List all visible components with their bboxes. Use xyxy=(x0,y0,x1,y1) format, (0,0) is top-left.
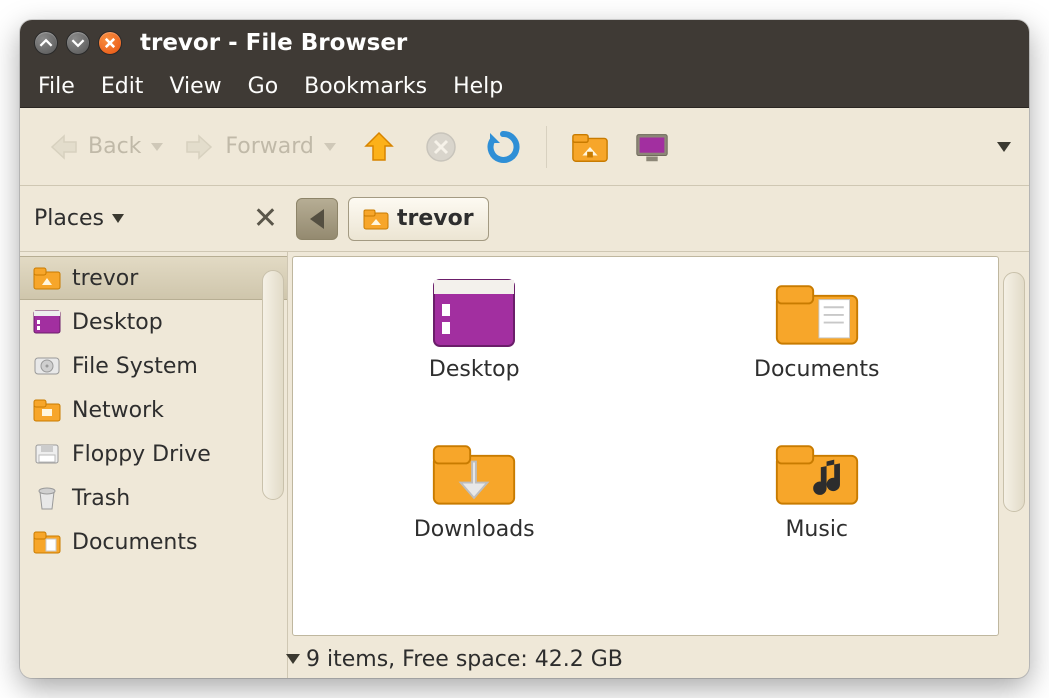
menu-view[interactable]: View xyxy=(169,74,221,99)
forward-arrow-icon xyxy=(181,128,219,166)
downloads-folder-icon xyxy=(430,437,518,509)
sidebar-scrollbar[interactable] xyxy=(262,270,284,500)
sidebar-item-filesystem[interactable]: File System xyxy=(20,344,287,388)
desktop-icon xyxy=(32,307,62,337)
file-item-downloads[interactable]: Downloads xyxy=(333,437,616,587)
file-item-documents[interactable]: Documents xyxy=(676,277,959,427)
content-area: Desktop Documents Downloads xyxy=(288,252,1029,678)
sidebar-item-label: trevor xyxy=(72,266,138,291)
computer-icon xyxy=(633,128,671,166)
forward-history-dropdown[interactable] xyxy=(324,143,336,151)
toolbar: Back Forward xyxy=(20,108,1029,186)
file-item-desktop[interactable]: Desktop xyxy=(333,277,616,427)
path-back-button[interactable] xyxy=(296,198,338,240)
sidebar-item-label: Trash xyxy=(72,486,130,511)
sidebar-item-trash[interactable]: Trash xyxy=(20,476,287,520)
menu-go[interactable]: Go xyxy=(248,74,279,99)
up-button[interactable] xyxy=(354,124,404,170)
toolbar-overflow-dropdown[interactable] xyxy=(997,142,1011,152)
statusbar: 9 items, Free space: 42.2 GB xyxy=(288,640,1029,678)
file-browser-window: trevor - File Browser File Edit View Go … xyxy=(20,20,1029,678)
home-folder-icon xyxy=(32,263,62,293)
places-dropdown[interactable] xyxy=(112,214,124,223)
file-item-label: Documents xyxy=(754,357,879,382)
file-item-label: Music xyxy=(785,517,848,542)
places-close-button[interactable]: ✕ xyxy=(253,201,286,236)
places-sidebar: trevor Desktop File System Network xyxy=(20,252,288,678)
titlebar: trevor - File Browser xyxy=(20,20,1029,66)
file-item-label: Downloads xyxy=(414,517,535,542)
maximize-icon xyxy=(71,36,85,50)
file-item-label: Desktop xyxy=(429,357,520,382)
home-folder-icon xyxy=(571,128,609,166)
sidebar-item-label: Network xyxy=(72,398,164,423)
sidebar-item-desktop[interactable]: Desktop xyxy=(20,300,287,344)
status-text: 9 items, Free space: 42.2 GB xyxy=(306,647,623,672)
content-zoom-dropdown[interactable] xyxy=(286,654,300,664)
back-history-dropdown[interactable] xyxy=(151,143,163,151)
sidebar-item-network[interactable]: Network xyxy=(20,388,287,432)
sidebar-item-trevor[interactable]: trevor xyxy=(20,256,287,300)
menu-bookmarks[interactable]: Bookmarks xyxy=(304,74,427,99)
location-bar: Places ✕ trevor xyxy=(20,186,1029,252)
path-segment-label: trevor xyxy=(397,206,474,231)
sidebar-item-floppy[interactable]: Floppy Drive xyxy=(20,432,287,476)
window-maximize-button[interactable] xyxy=(66,31,90,55)
window-title: trevor - File Browser xyxy=(140,30,407,56)
sidebar-item-label: Desktop xyxy=(72,310,163,335)
sidebar-item-label: File System xyxy=(72,354,198,379)
toolbar-separator xyxy=(546,126,547,168)
menu-file[interactable]: File xyxy=(38,74,75,99)
content-scrollbar[interactable] xyxy=(1003,272,1025,512)
documents-folder-icon xyxy=(32,527,62,557)
body: trevor Desktop File System Network xyxy=(20,252,1029,678)
disk-icon xyxy=(32,351,62,381)
back-button[interactable]: Back xyxy=(38,124,169,170)
music-folder-icon xyxy=(773,437,861,509)
stop-button[interactable] xyxy=(416,124,466,170)
menu-help[interactable]: Help xyxy=(453,74,503,99)
up-arrow-icon xyxy=(360,128,398,166)
home-folder-icon xyxy=(363,208,389,230)
sidebar-item-label: Documents xyxy=(72,530,197,555)
documents-folder-icon xyxy=(773,277,861,349)
places-label: Places xyxy=(34,206,104,231)
desktop-icon xyxy=(430,277,518,349)
places-header: Places ✕ xyxy=(34,201,286,236)
home-button[interactable] xyxy=(565,124,615,170)
triangle-left-icon xyxy=(310,209,324,229)
forward-button[interactable]: Forward xyxy=(175,124,341,170)
floppy-icon xyxy=(32,439,62,469)
window-close-button[interactable] xyxy=(98,31,122,55)
close-icon xyxy=(103,36,117,50)
forward-label: Forward xyxy=(225,134,313,159)
menubar: File Edit View Go Bookmarks Help xyxy=(20,66,1029,108)
sidebar-item-documents[interactable]: Documents xyxy=(20,520,287,564)
menu-edit[interactable]: Edit xyxy=(101,74,144,99)
computer-button[interactable] xyxy=(627,124,677,170)
window-minimize-button[interactable] xyxy=(34,31,58,55)
back-arrow-icon xyxy=(44,128,82,166)
network-folder-icon xyxy=(32,395,62,425)
back-label: Back xyxy=(88,134,141,159)
icon-view[interactable]: Desktop Documents Downloads xyxy=(292,256,999,636)
stop-icon xyxy=(422,128,460,166)
path-segment-trevor[interactable]: trevor xyxy=(348,197,489,241)
reload-button[interactable] xyxy=(478,124,528,170)
minimize-icon xyxy=(39,36,53,50)
file-item-music[interactable]: Music xyxy=(676,437,959,587)
reload-icon xyxy=(484,128,522,166)
trash-icon xyxy=(32,483,62,513)
sidebar-item-label: Floppy Drive xyxy=(72,442,211,467)
